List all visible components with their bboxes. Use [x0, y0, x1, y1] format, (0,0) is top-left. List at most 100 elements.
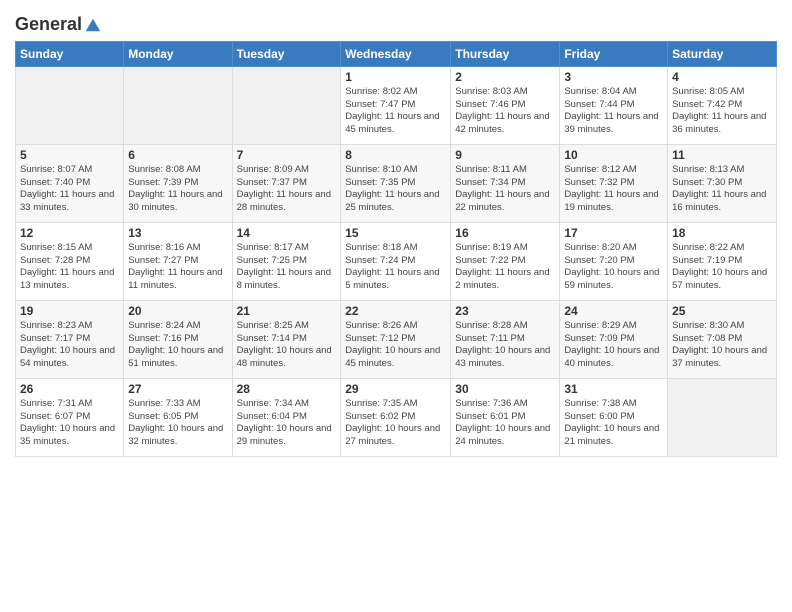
day-number: 7: [237, 148, 337, 162]
day-number: 28: [237, 382, 337, 396]
logo-icon: [84, 16, 102, 34]
day-number: 27: [128, 382, 227, 396]
day-number: 21: [237, 304, 337, 318]
day-cell: 31Sunrise: 7:38 AM Sunset: 6:00 PM Dayli…: [560, 378, 668, 456]
day-number: 1: [345, 70, 446, 84]
day-info: Sunrise: 8:25 AM Sunset: 7:14 PM Dayligh…: [237, 320, 337, 371]
week-row-3: 19 Sunrise: 8:23 AM Sunset: 7:17 PM Dayli…: [16, 300, 777, 378]
day-info: Sunrise: 8:30 AM Sunset: 7:08 PM Dayligh…: [672, 320, 772, 371]
day-cell: [232, 66, 341, 144]
day-info: Sunrise: 8:29 AM Sunset: 7:09 PM Dayligh…: [564, 320, 663, 371]
day-number: 8: [345, 148, 446, 162]
day-cell: 2Sunrise: 8:03 AM Sunset: 7:46 PM Daylig…: [451, 66, 560, 144]
day-info: Sunrise: 8:17 AM Sunset: 7:25 PM Dayligh…: [237, 242, 337, 293]
calendar-header-row: SundayMondayTuesdayWednesdayThursdayFrid…: [16, 41, 777, 66]
day-cell: 10Sunrise: 8:12 AM Sunset: 7:32 PM Dayli…: [560, 144, 668, 222]
day-cell: 30 Sunrise: 7:36 AM Sunset: 6:01 PM Dayli…: [451, 378, 560, 456]
page-container: General SundayMondayTuesdayWednesdayThur…: [0, 0, 792, 467]
day-header-wednesday: Wednesday: [341, 41, 451, 66]
day-number: 23: [455, 304, 555, 318]
day-cell: 25 Sunrise: 8:30 AM Sunset: 7:08 PM Dayli…: [668, 300, 777, 378]
day-number: 20: [128, 304, 227, 318]
day-info: Sunrise: 8:26 AM Sunset: 7:12 PM Dayligh…: [345, 320, 446, 371]
week-row-0: 1 Sunrise: 8:02 AM Sunset: 7:47 PM Daylig…: [16, 66, 777, 144]
week-row-4: 26 Sunrise: 7:31 AM Sunset: 6:07 PM Dayli…: [16, 378, 777, 456]
day-cell: 15 Sunrise: 8:18 AM Sunset: 7:24 PM Dayli…: [341, 222, 451, 300]
day-info: Sunrise: 8:23 AM Sunset: 7:17 PM Dayligh…: [20, 320, 119, 371]
day-cell: 18Sunrise: 8:22 AM Sunset: 7:19 PM Dayli…: [668, 222, 777, 300]
day-cell: 14Sunrise: 8:17 AM Sunset: 7:25 PM Dayli…: [232, 222, 341, 300]
day-info: Sunrise: 8:20 AM Sunset: 7:20 PM Dayligh…: [564, 242, 663, 293]
day-info: Sunrise: 8:13 AM Sunset: 7:30 PM Dayligh…: [672, 164, 772, 215]
day-number: 4: [672, 70, 772, 84]
day-cell: 11 Sunrise: 8:13 AM Sunset: 7:30 PM Dayli…: [668, 144, 777, 222]
day-cell: 22 Sunrise: 8:26 AM Sunset: 7:12 PM Dayli…: [341, 300, 451, 378]
day-number: 30: [455, 382, 555, 396]
day-cell: 24 Sunrise: 8:29 AM Sunset: 7:09 PM Dayli…: [560, 300, 668, 378]
day-header-monday: Monday: [124, 41, 232, 66]
day-header-friday: Friday: [560, 41, 668, 66]
day-info: Sunrise: 7:36 AM Sunset: 6:01 PM Dayligh…: [455, 398, 555, 449]
day-info: Sunrise: 8:16 AM Sunset: 7:27 PM Dayligh…: [128, 242, 227, 293]
day-header-tuesday: Tuesday: [232, 41, 341, 66]
day-number: 19: [20, 304, 119, 318]
day-cell: 8 Sunrise: 8:10 AM Sunset: 7:35 PM Daylig…: [341, 144, 451, 222]
day-cell: 26 Sunrise: 7:31 AM Sunset: 6:07 PM Dayli…: [16, 378, 124, 456]
day-cell: 13 Sunrise: 8:16 AM Sunset: 7:27 PM Dayli…: [124, 222, 232, 300]
day-cell: 17 Sunrise: 8:20 AM Sunset: 7:20 PM Dayli…: [560, 222, 668, 300]
day-info: Sunrise: 8:12 AM Sunset: 7:32 PM Dayligh…: [564, 164, 663, 215]
day-number: 25: [672, 304, 772, 318]
day-cell: 3 Sunrise: 8:04 AM Sunset: 7:44 PM Daylig…: [560, 66, 668, 144]
day-cell: 28 Sunrise: 7:34 AM Sunset: 6:04 PM Dayli…: [232, 378, 341, 456]
day-number: 13: [128, 226, 227, 240]
day-cell: 9 Sunrise: 8:11 AM Sunset: 7:34 PM Daylig…: [451, 144, 560, 222]
day-info: Sunrise: 8:15 AM Sunset: 7:28 PM Dayligh…: [20, 242, 119, 293]
day-number: 15: [345, 226, 446, 240]
day-info: Sunrise: 8:22 AM Sunset: 7:19 PM Dayligh…: [672, 242, 772, 293]
day-info: Sunrise: 8:04 AM Sunset: 7:44 PM Dayligh…: [564, 86, 663, 137]
day-cell: 29 Sunrise: 7:35 AM Sunset: 6:02 PM Dayli…: [341, 378, 451, 456]
day-number: 29: [345, 382, 446, 396]
day-cell: 21 Sunrise: 8:25 AM Sunset: 7:14 PM Dayli…: [232, 300, 341, 378]
day-number: 6: [128, 148, 227, 162]
day-header-sunday: Sunday: [16, 41, 124, 66]
day-number: 24: [564, 304, 663, 318]
day-cell: [124, 66, 232, 144]
day-number: 31: [564, 382, 663, 396]
day-info: Sunrise: 7:35 AM Sunset: 6:02 PM Dayligh…: [345, 398, 446, 449]
day-info: Sunrise: 7:33 AM Sunset: 6:05 PM Dayligh…: [128, 398, 227, 449]
day-number: 3: [564, 70, 663, 84]
calendar-table: SundayMondayTuesdayWednesdayThursdayFrid…: [15, 41, 777, 457]
day-cell: [668, 378, 777, 456]
day-info: Sunrise: 8:09 AM Sunset: 7:37 PM Dayligh…: [237, 164, 337, 215]
day-cell: 23 Sunrise: 8:28 AM Sunset: 7:11 PM Dayli…: [451, 300, 560, 378]
day-number: 11: [672, 148, 772, 162]
day-number: 2: [455, 70, 555, 84]
day-cell: 1 Sunrise: 8:02 AM Sunset: 7:47 PM Daylig…: [341, 66, 451, 144]
day-number: 9: [455, 148, 555, 162]
day-cell: 16Sunrise: 8:19 AM Sunset: 7:22 PM Dayli…: [451, 222, 560, 300]
day-number: 12: [20, 226, 119, 240]
day-info: Sunrise: 8:08 AM Sunset: 7:39 PM Dayligh…: [128, 164, 227, 215]
day-cell: 12 Sunrise: 8:15 AM Sunset: 7:28 PM Dayli…: [16, 222, 124, 300]
day-cell: 7 Sunrise: 8:09 AM Sunset: 7:37 PM Daylig…: [232, 144, 341, 222]
day-number: 22: [345, 304, 446, 318]
day-info: Sunrise: 8:28 AM Sunset: 7:11 PM Dayligh…: [455, 320, 555, 371]
day-info: Sunrise: 7:31 AM Sunset: 6:07 PM Dayligh…: [20, 398, 119, 449]
day-cell: 4 Sunrise: 8:05 AM Sunset: 7:42 PM Daylig…: [668, 66, 777, 144]
day-info: Sunrise: 8:02 AM Sunset: 7:47 PM Dayligh…: [345, 86, 446, 137]
day-info: Sunrise: 8:10 AM Sunset: 7:35 PM Dayligh…: [345, 164, 446, 215]
day-number: 17: [564, 226, 663, 240]
day-info: Sunrise: 8:05 AM Sunset: 7:42 PM Dayligh…: [672, 86, 772, 137]
day-info: Sunrise: 8:07 AM Sunset: 7:40 PM Dayligh…: [20, 164, 119, 215]
day-info: Sunrise: 8:18 AM Sunset: 7:24 PM Dayligh…: [345, 242, 446, 293]
day-cell: 19 Sunrise: 8:23 AM Sunset: 7:17 PM Dayli…: [16, 300, 124, 378]
day-info: Sunrise: 8:11 AM Sunset: 7:34 PM Dayligh…: [455, 164, 555, 215]
day-info: Sunrise: 7:34 AM Sunset: 6:04 PM Dayligh…: [237, 398, 337, 449]
day-number: 26: [20, 382, 119, 396]
day-header-thursday: Thursday: [451, 41, 560, 66]
day-cell: [16, 66, 124, 144]
week-row-1: 5Sunrise: 8:07 AM Sunset: 7:40 PM Daylig…: [16, 144, 777, 222]
day-cell: 6 Sunrise: 8:08 AM Sunset: 7:39 PM Daylig…: [124, 144, 232, 222]
day-info: Sunrise: 8:24 AM Sunset: 7:16 PM Dayligh…: [128, 320, 227, 371]
